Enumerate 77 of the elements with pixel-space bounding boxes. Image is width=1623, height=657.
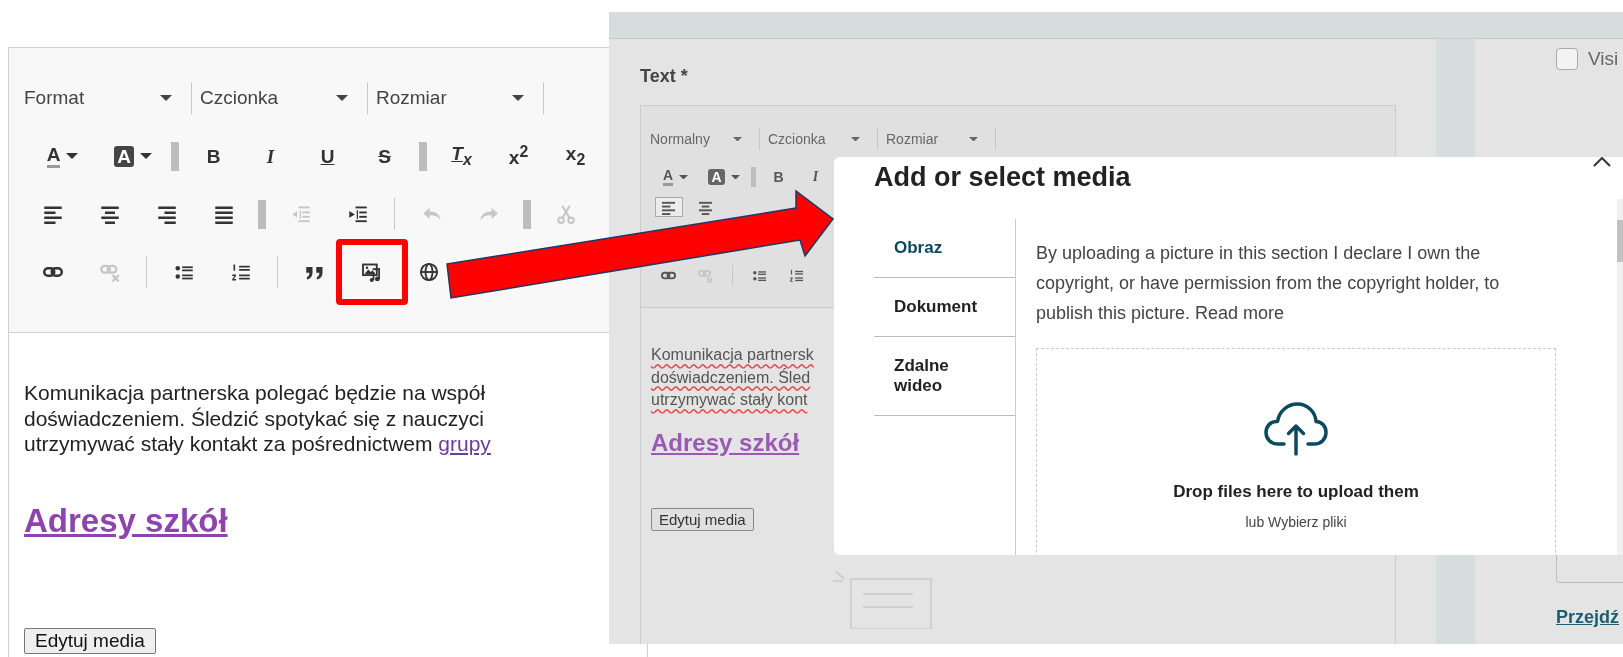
drop-zone-hint: lub Wybierz pliki [1245, 513, 1347, 531]
drop-zone[interactable]: Drop files here to upload them lub Wybierz pliki [1036, 348, 1556, 555]
underline-button[interactable]: U [307, 135, 348, 177]
strikethrough-button[interactable]: S [364, 135, 405, 177]
indent-icon [347, 204, 368, 224]
scrollbar[interactable] [1617, 199, 1623, 555]
checkbox[interactable] [1556, 48, 1578, 70]
field-label: Text * [640, 65, 689, 88]
dropdown[interactable]: Rozmiar [376, 87, 536, 109]
caret-icon [66, 153, 79, 159]
caret-icon [969, 136, 978, 142]
dialog-title: Add or select media [874, 161, 1131, 193]
dropdown[interactable]: Czcionka [768, 131, 872, 147]
tab[interactable]: Zdalne wideo [874, 337, 1015, 416]
toolbar-separator [751, 167, 756, 187]
heading-link[interactable]: Adresy szkół [651, 427, 800, 458]
background-color-button[interactable]: A [103, 135, 163, 177]
toolbar-separator [191, 82, 192, 114]
toolbar-separator [394, 198, 395, 230]
toolbar-separator [367, 82, 368, 114]
align-left-icon [42, 204, 63, 224]
notice-text: By uploading a picture in this section I declare I own the copyright, or have permission from the copyright holder, to publish this picture. Read more [1036, 242, 1501, 325]
unlink-icon [698, 267, 713, 283]
checkbox-label: Visi [1588, 48, 1619, 70]
edit-media-button[interactable]: Edytuj media [24, 627, 156, 654]
numbered-list-icon [789, 267, 804, 283]
caret-icon [679, 174, 689, 180]
caret-icon [512, 95, 524, 101]
caret-icon [336, 95, 348, 101]
caret-icon [733, 136, 742, 142]
link[interactable]: Przejdź [1556, 607, 1620, 628]
heading-link[interactable]: Adresy szkół [24, 501, 228, 540]
caret-icon [160, 95, 172, 101]
justify-icon [213, 204, 234, 224]
align-center-icon [698, 199, 713, 215]
align-left-button[interactable] [654, 197, 683, 217]
caret-icon [730, 174, 740, 180]
superscript-button[interactable]: x$^{2}$ [498, 135, 539, 177]
image-music-note-icon [361, 262, 382, 282]
tab[interactable]: Dokument [874, 278, 1015, 337]
toolbar-separator [258, 199, 266, 229]
caret-icon [139, 153, 152, 159]
toolbar-separator [543, 82, 544, 114]
dropdown[interactable]: Rozmiar [886, 131, 990, 147]
align-center-icon [99, 204, 120, 224]
toolbar-separator [277, 256, 278, 288]
caret-icon [851, 136, 860, 142]
dropdown[interactable]: Czcionka [200, 87, 360, 109]
text-color-button[interactable]: A [654, 167, 697, 187]
toolbar-separator [171, 141, 179, 171]
dropdown[interactable]: Normalny [650, 131, 754, 147]
scissors-icon [555, 204, 576, 224]
bold-button[interactable]: B [193, 135, 234, 177]
tab[interactable]: Obraz [874, 219, 1015, 278]
italic-button[interactable]: I [250, 135, 291, 177]
dropdown[interactable]: Format [24, 87, 184, 109]
italic-button[interactable]: I [801, 167, 830, 187]
outdent-icon [290, 204, 311, 224]
close-icon [1592, 157, 1612, 167]
toolbar-separator [419, 141, 427, 171]
globe-icon [418, 262, 439, 282]
cloud-upload-icon [1264, 402, 1328, 456]
toolbar-separator [523, 199, 531, 229]
edit-media-button[interactable]: Edytuj media [651, 507, 754, 531]
toolbar-separator [146, 256, 147, 288]
remove-format-button[interactable]: T$_{x}$ [441, 135, 482, 177]
numbered-list-icon [230, 262, 251, 282]
subscript-button[interactable]: x$_{2}$ [555, 135, 596, 177]
align-right-icon [156, 204, 177, 224]
text-color-button[interactable]: A [32, 135, 93, 177]
drop-zone-title: Drop files here to upload them [1173, 481, 1419, 503]
link[interactable]: grupy [438, 432, 491, 455]
unlink-icon [99, 262, 120, 282]
paragraph: Komunikacja partnersk doświadczeniem. Śled utrzymywać stały kont [651, 345, 814, 410]
align-left-icon [661, 199, 676, 215]
bold-button[interactable]: B [764, 167, 793, 187]
background-color-button[interactable]: A [703, 167, 745, 187]
